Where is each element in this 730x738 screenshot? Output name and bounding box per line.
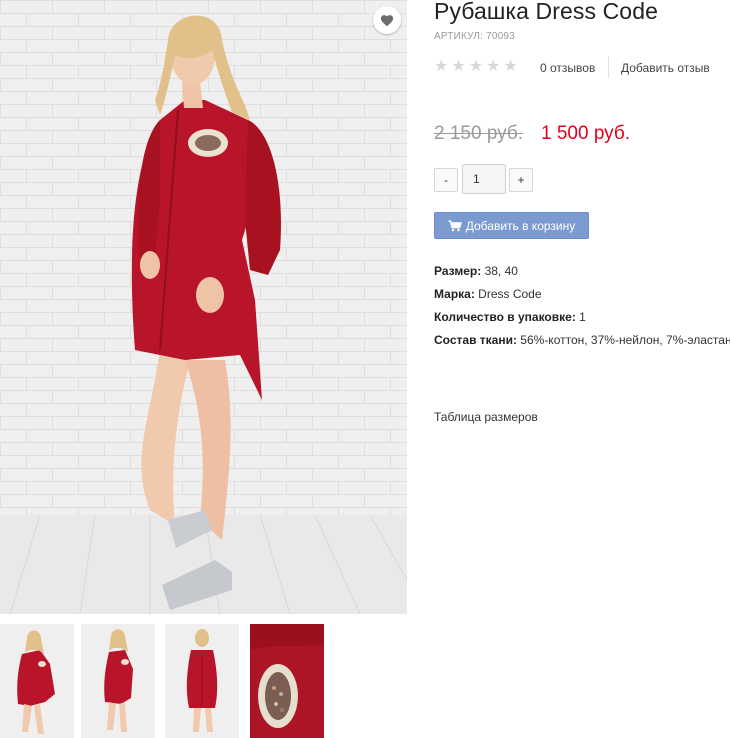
size-table-link[interactable]: Таблица размеров <box>434 410 538 424</box>
star-icon[interactable]: ★ <box>486 59 500 75</box>
current-price: 1 500 руб. <box>541 123 631 144</box>
thumbnail-1-image <box>0 624 74 738</box>
spec-pack-quantity: Количество в упаковке: 1 <box>434 309 730 332</box>
thumbnail-4-image <box>250 624 324 738</box>
spec-size: Размер: 38, 40 <box>434 263 730 286</box>
quantity-input[interactable] <box>462 164 506 194</box>
thumbnail-2[interactable] <box>81 624 155 738</box>
thumbnail-3[interactable] <box>165 624 239 738</box>
quantity-increase-button[interactable]: + <box>509 168 533 192</box>
rating-stars[interactable]: ★ ★ ★ ★ ★ <box>434 58 518 76</box>
add-to-cart-button[interactable]: Добавить в корзину <box>434 212 589 239</box>
product-photo-illustration <box>0 0 407 614</box>
product-title: Рубашка Dress Code <box>434 0 658 24</box>
shopping-cart-icon <box>448 219 462 231</box>
quantity-decrease-button[interactable]: - <box>434 168 458 192</box>
main-product-image[interactable] <box>0 0 407 614</box>
thumbnail-1[interactable] <box>0 624 74 738</box>
thumbnail-3-image <box>165 624 239 738</box>
spec-label: Марка: <box>434 287 475 301</box>
add-review-link[interactable]: Добавить отзыв <box>621 61 710 75</box>
spec-value: Dress Code <box>478 287 542 301</box>
spec-brand: Марка: Dress Code <box>434 286 730 309</box>
spec-fabric: Состав ткани: 56%-коттон, 37%-нейлон, 7%… <box>434 332 730 355</box>
wishlist-button[interactable] <box>373 6 401 34</box>
spec-value: 38, 40 <box>484 264 518 278</box>
heart-icon <box>380 14 394 26</box>
spec-label: Количество в упаковке: <box>434 310 576 324</box>
rating-divider <box>608 56 609 78</box>
star-icon[interactable]: ★ <box>469 59 483 75</box>
old-price: 2 150 руб. <box>434 123 524 144</box>
star-icon[interactable]: ★ <box>434 59 448 75</box>
star-icon[interactable]: ★ <box>451 59 465 75</box>
spec-label: Размер: <box>434 264 482 278</box>
thumbnail-2-image <box>81 624 155 738</box>
spec-value: 56%-коттон, 37%-нейлон, 7%-эластан <box>520 333 730 347</box>
product-specs: Размер: 38, 40 Марка: Dress Code Количес… <box>434 263 730 355</box>
add-to-cart-label: Добавить в корзину <box>465 218 576 233</box>
reviews-count-link[interactable]: 0 отзывов <box>540 61 595 75</box>
thumbnail-4[interactable] <box>250 624 324 738</box>
product-sku: Артикул: 70093 <box>434 31 515 42</box>
spec-value: 1 <box>579 310 586 324</box>
star-icon[interactable]: ★ <box>503 59 517 75</box>
spec-label: Состав ткани: <box>434 333 517 347</box>
